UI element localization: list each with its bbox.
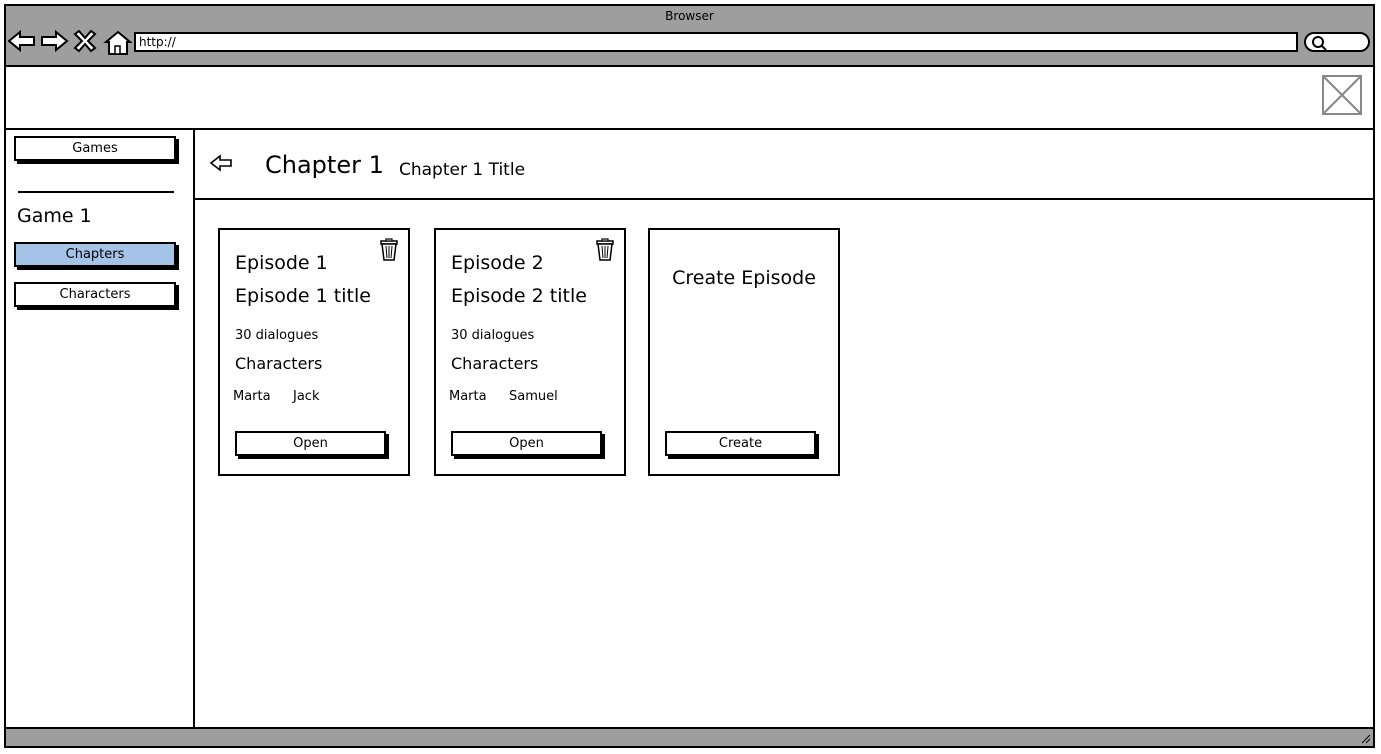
browser-title: Browser [665,9,714,23]
search-icon [1312,36,1327,51]
games-button[interactable]: Games [14,136,176,161]
chapter-title: Chapter 1 [265,151,384,179]
browser-search-field[interactable] [1304,32,1370,52]
create-episode-button[interactable]: Create [665,431,816,456]
episode-card: Episode 1 Episode 1 title 30 dialogues C… [218,228,410,476]
characters-heading: Characters [451,354,539,373]
back-icon[interactable] [209,154,235,172]
back-arrow-icon[interactable] [8,30,35,53]
character-name: Marta [233,389,271,404]
site-header [6,67,1373,130]
open-episode-button[interactable]: Open [451,431,602,456]
episode-number: Episode 2 [451,252,544,274]
url-input[interactable]: http:// [134,32,1298,52]
character-name: Marta [449,389,487,404]
image-placeholder-icon [1322,75,1362,115]
open-episode-button[interactable]: Open [235,431,386,456]
chapter-header: Chapter 1 Chapter 1 Title [195,129,1373,200]
browser-statusbar [6,727,1373,746]
browser-titlebar: Browser http:// [6,6,1373,67]
sidebar-item-characters[interactable]: Characters [14,282,176,307]
characters-heading: Characters [235,354,323,373]
episode-title: Episode 1 title [235,285,371,307]
browser-nav-icons [8,30,132,55]
forward-arrow-icon[interactable] [41,30,69,53]
trash-icon[interactable] [379,238,399,262]
browser-window: Browser http:// Games Game 1 Chapters Ch… [4,4,1375,748]
sidebar-divider [18,191,174,193]
sidebar-item-chapters[interactable]: Chapters [14,242,176,267]
stop-icon[interactable] [73,30,97,53]
create-episode-card: Create Episode Create [648,228,840,476]
character-name: Samuel [509,389,558,404]
chapter-subtitle: Chapter 1 Title [399,160,526,180]
episode-title: Episode 2 title [451,285,587,307]
home-icon[interactable] [103,30,132,55]
create-episode-heading: Create Episode [672,267,816,289]
episode-card: Episode 2 Episode 2 title 30 dialogues C… [434,228,626,476]
sidebar: Games Game 1 Chapters Characters [6,129,195,727]
game-title: Game 1 [17,205,92,227]
trash-icon[interactable] [595,238,615,262]
character-name: Jack [293,389,320,404]
episode-number: Episode 1 [235,252,328,274]
episode-dialogue-count: 30 dialogues [235,328,319,343]
episode-dialogue-count: 30 dialogues [451,328,535,343]
resize-grip-icon[interactable] [1359,732,1371,744]
